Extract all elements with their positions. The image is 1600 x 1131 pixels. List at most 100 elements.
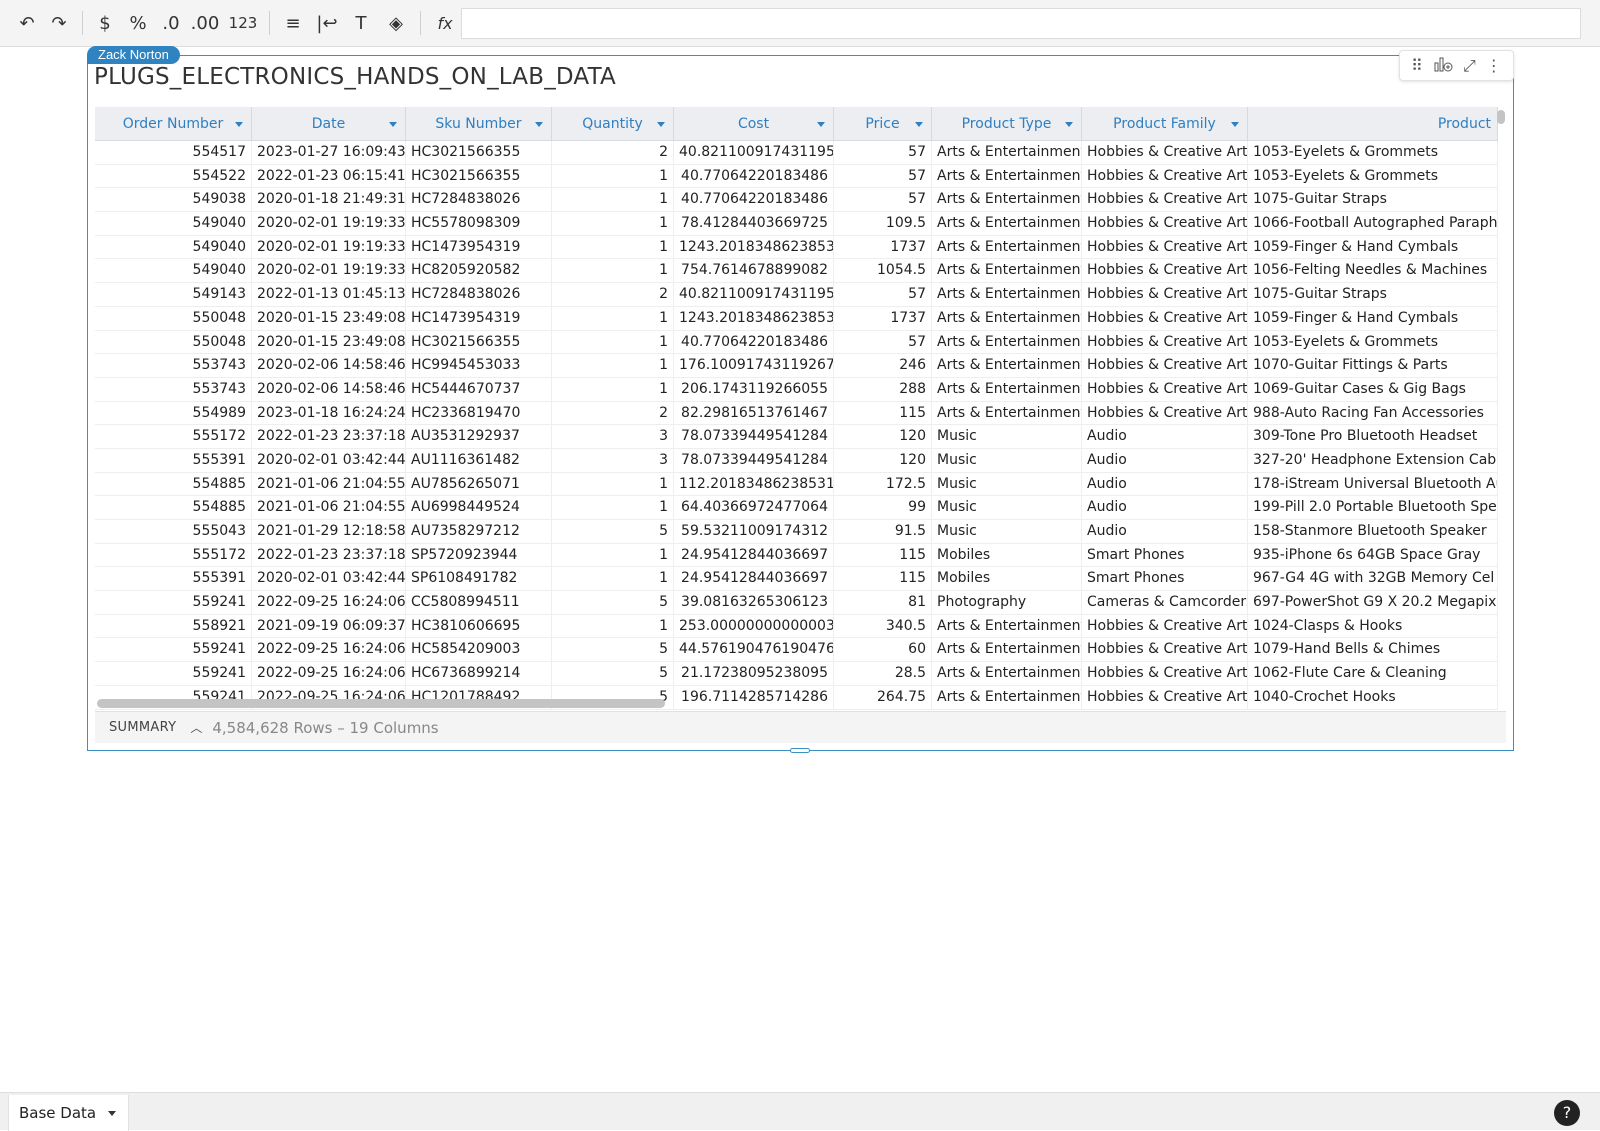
table-cell[interactable]: 2022-09-25 16:24:06 <box>252 638 406 663</box>
table-row[interactable]: 555172 2022-01-23 23:37:18 SP5720923944 1 24… <box>95 543 1498 568</box>
table-cell[interactable]: 559241 <box>95 638 252 663</box>
table-cell[interactable]: 1040-Crochet Hooks <box>1248 685 1498 710</box>
table-cell[interactable]: 2020-02-01 03:42:44 <box>252 448 406 473</box>
summary-label[interactable]: SUMMARY <box>109 720 176 735</box>
table-cell[interactable]: Hobbies & Creative Arts <box>1082 164 1248 189</box>
table-cell[interactable]: 57 <box>834 188 932 213</box>
table-row[interactable]: 555391 2020-02-01 03:42:44 AU1116361482 3 78… <box>95 448 1498 473</box>
table-cell[interactable]: Arts & Entertainment <box>932 306 1082 331</box>
table-cell[interactable]: 550048 <box>95 330 252 355</box>
table-cell[interactable]: HC5854209003 <box>406 638 552 663</box>
table-cell[interactable]: Mobiles <box>932 567 1082 592</box>
table-cell[interactable]: 2 <box>552 401 674 426</box>
table-cell[interactable]: Hobbies & Creative Arts <box>1082 377 1248 402</box>
table-cell[interactable]: 2020-02-01 19:19:33 <box>252 212 406 236</box>
column-header[interactable]: Product <box>1248 107 1498 141</box>
text-color-icon[interactable]: T <box>344 8 378 38</box>
table-cell[interactable]: Hobbies & Creative Arts <box>1082 235 1248 260</box>
table-cell[interactable]: 196.7114285714286 <box>674 685 834 710</box>
table-cell[interactable]: 2022-01-23 23:37:18 <box>252 425 406 449</box>
table-row[interactable]: 549143 2022-01-13 01:45:13 HC7284838026 2 40… <box>95 283 1498 307</box>
table-cell[interactable]: 60 <box>834 638 932 663</box>
table-cell[interactable]: 91.5 <box>834 520 932 544</box>
table-cell[interactable]: 1024-Clasps & Hooks <box>1248 614 1498 639</box>
horizontal-scrollbar[interactable] <box>97 699 665 708</box>
table-cell[interactable]: Smart Phones <box>1082 543 1248 568</box>
table-cell[interactable]: 44.576190476190476 <box>674 638 834 663</box>
column-header[interactable]: Sku Number <box>406 107 552 141</box>
table-cell[interactable]: 57 <box>834 141 932 165</box>
table-cell[interactable]: Music <box>932 520 1082 544</box>
table-cell[interactable]: 3 <box>552 425 674 449</box>
decrease-decimals-icon[interactable]: .0 <box>155 8 187 38</box>
text-wrap-icon[interactable]: |↩ <box>310 8 344 38</box>
table-cell[interactable]: 549040 <box>95 235 252 260</box>
table-cell[interactable]: 554517 <box>95 141 252 165</box>
table-cell[interactable]: Audio <box>1082 496 1248 520</box>
table-cell[interactable]: 1 <box>552 212 674 236</box>
table-cell[interactable]: 1737 <box>834 235 932 260</box>
table-cell[interactable]: 1737 <box>834 306 932 331</box>
column-header[interactable]: Order Number <box>95 107 252 141</box>
table-cell[interactable]: Music <box>932 425 1082 449</box>
table-cell[interactable]: Hobbies & Creative Arts <box>1082 662 1248 686</box>
undo-icon[interactable]: ↶ <box>12 8 42 38</box>
fill-color-icon[interactable]: ◈ <box>378 8 414 38</box>
table-cell[interactable]: 158-Stanmore Bluetooth Speaker <box>1248 520 1498 544</box>
table-cell[interactable]: 2020-02-01 03:42:44 <box>252 567 406 592</box>
table-cell[interactable]: Audio <box>1082 472 1248 497</box>
table-cell[interactable]: Smart Phones <box>1082 567 1248 592</box>
table-cell[interactable]: AU6998449524 <box>406 496 552 520</box>
table-cell[interactable]: 549040 <box>95 259 252 284</box>
help-button[interactable]: ? <box>1554 1100 1580 1126</box>
table-cell[interactable]: 2020-02-06 14:58:46 <box>252 354 406 378</box>
table-cell[interactable]: Audio <box>1082 448 1248 473</box>
table-cell[interactable]: HC6736899214 <box>406 662 552 686</box>
table-cell[interactable]: Arts & Entertainment <box>932 212 1082 236</box>
table-cell[interactable]: 288 <box>834 377 932 402</box>
table-cell[interactable]: 554989 <box>95 401 252 426</box>
table-cell[interactable]: Hobbies & Creative Arts <box>1082 685 1248 710</box>
column-menu-caret-icon[interactable] <box>657 122 665 127</box>
more-options-icon[interactable]: ⋮ <box>1486 56 1502 75</box>
table-cell[interactable]: 1 <box>552 235 674 260</box>
table-cell[interactable]: 178-iStream Universal Bluetooth Au <box>1248 472 1498 497</box>
table-cell[interactable]: 57 <box>834 283 932 307</box>
table-row[interactable]: 559241 2022-09-25 16:24:06 CC5808994511 5 39… <box>95 591 1498 615</box>
table-cell[interactable]: 754.7614678899082 <box>674 259 834 284</box>
table-cell[interactable]: 120 <box>834 425 932 449</box>
table-cell[interactable]: 199-Pill 2.0 Portable Bluetooth Spe <box>1248 496 1498 520</box>
table-cell[interactable]: 2022-01-13 01:45:13 <box>252 283 406 307</box>
table-cell[interactable]: 967-G4 4G with 32GB Memory Cel <box>1248 567 1498 592</box>
table-cell[interactable]: 2021-01-06 21:04:55 <box>252 472 406 497</box>
table-cell[interactable]: Arts & Entertainment <box>932 377 1082 402</box>
table-cell[interactable]: 553743 <box>95 377 252 402</box>
table-cell[interactable]: HC3021566355 <box>406 330 552 355</box>
column-header[interactable]: Product Family <box>1082 107 1248 141</box>
table-cell[interactable]: 115 <box>834 543 932 568</box>
table-cell[interactable]: 40.77064220183486 <box>674 188 834 213</box>
table-cell[interactable]: 59.53211009174312 <box>674 520 834 544</box>
table-cell[interactable]: Hobbies & Creative Arts <box>1082 330 1248 355</box>
table-cell[interactable]: 112.20183486238531 <box>674 472 834 497</box>
table-cell[interactable]: 309-Tone Pro Bluetooth Headset <box>1248 425 1498 449</box>
table-cell[interactable]: 78.07339449541284 <box>674 425 834 449</box>
table-cell[interactable]: 253.00000000000003 <box>674 614 834 639</box>
table-row[interactable]: 559241 2022-09-25 16:24:06 HC6736899214 5 21… <box>95 662 1498 686</box>
table-cell[interactable]: Hobbies & Creative Arts <box>1082 283 1248 307</box>
table-cell[interactable]: Hobbies & Creative Arts <box>1082 614 1248 639</box>
table-cell[interactable]: 2021-01-29 12:18:58 <box>252 520 406 544</box>
table-cell[interactable]: 549040 <box>95 212 252 236</box>
drag-handle-icon[interactable]: ⠿ <box>1411 56 1423 75</box>
table-cell[interactable]: CC5808994511 <box>406 591 552 615</box>
add-chart-icon[interactable] <box>1433 55 1453 77</box>
table-cell[interactable]: HC2336819470 <box>406 401 552 426</box>
table-cell[interactable]: Arts & Entertainment <box>932 401 1082 426</box>
table-cell[interactable]: 1066-Football Autographed Paraph <box>1248 212 1498 236</box>
table-row[interactable]: 554885 2021-01-06 21:04:55 AU6998449524 1 64… <box>95 496 1498 520</box>
table-cell[interactable]: HC5444670737 <box>406 377 552 402</box>
table-cell[interactable]: 554885 <box>95 472 252 497</box>
table-cell[interactable]: 28.5 <box>834 662 932 686</box>
table-row[interactable]: 550048 2020-01-15 23:49:08 HC3021566355 1 40… <box>95 330 1498 355</box>
table-cell[interactable]: 24.95412844036697 <box>674 567 834 592</box>
